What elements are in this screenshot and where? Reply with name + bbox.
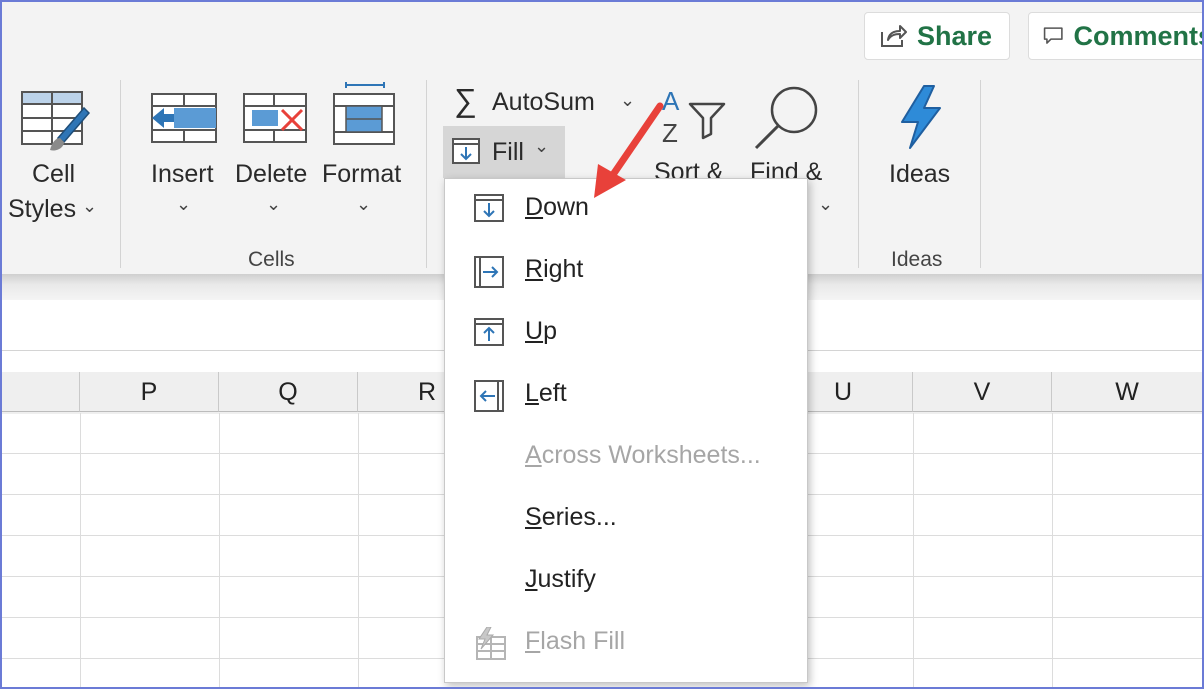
menu-item-left[interactable]: Left xyxy=(445,365,807,427)
menu-item-label: Down xyxy=(525,193,589,222)
flash-fill-icon xyxy=(473,627,509,661)
menu-item-right[interactable]: Right xyxy=(445,241,807,303)
menu-item-label: Justify xyxy=(525,565,596,594)
menu-item-label: Right xyxy=(525,255,583,284)
fill-right-icon xyxy=(473,255,505,289)
autosum-icon[interactable]: ∑ xyxy=(454,82,477,119)
menu-item-label: Series... xyxy=(525,503,617,532)
comments-label: Comments xyxy=(1073,21,1204,52)
ideas-lightning-icon[interactable] xyxy=(896,84,946,150)
format-cells-icon[interactable] xyxy=(332,82,398,148)
find-select-dropdown-icon[interactable]: ⌄ xyxy=(818,194,833,215)
fill-label[interactable]: Fill xyxy=(492,138,524,167)
grid-line xyxy=(80,413,81,687)
cell-styles-label-1[interactable]: Cell xyxy=(32,160,75,189)
grid-line xyxy=(913,413,914,687)
share-icon xyxy=(879,23,907,49)
insert-label[interactable]: Insert xyxy=(151,160,214,189)
fill-down-icon xyxy=(473,193,505,223)
menu-item-across-worksheets: Across Worksheets... xyxy=(445,427,807,489)
share-button[interactable]: Share xyxy=(864,12,1010,60)
cell-styles-icon[interactable] xyxy=(20,90,90,154)
fill-left-icon xyxy=(473,379,505,413)
column-header-o[interactable]: O xyxy=(0,372,80,412)
fill-dropdown-menu: Down Right Up Left xyxy=(444,178,808,683)
ribbon-separator xyxy=(426,80,427,268)
cell-styles-dropdown-icon[interactable]: ⌄ xyxy=(82,196,97,217)
ribbon-separator xyxy=(980,80,981,268)
menu-item-label: Up xyxy=(525,317,557,346)
insert-dropdown-icon[interactable]: ⌄ xyxy=(176,194,191,215)
format-dropdown-icon[interactable]: ⌄ xyxy=(356,194,371,215)
comment-icon xyxy=(1043,24,1063,48)
delete-dropdown-icon[interactable]: ⌄ xyxy=(266,194,281,215)
menu-item-flash-fill: Flash Fill xyxy=(445,613,807,675)
menu-item-label: Flash Fill xyxy=(525,627,625,656)
format-label[interactable]: Format xyxy=(322,160,401,189)
delete-label[interactable]: Delete xyxy=(235,160,307,189)
menu-item-label: Left xyxy=(525,379,567,408)
find-icon[interactable] xyxy=(752,84,824,150)
grid-line xyxy=(358,413,359,687)
ribbon-separator xyxy=(120,80,121,268)
fill-up-icon xyxy=(473,317,505,347)
grid-line xyxy=(1052,413,1053,687)
comments-button[interactable]: Comments xyxy=(1028,12,1204,60)
column-header-p[interactable]: P xyxy=(80,372,219,412)
menu-item-series[interactable]: Series... xyxy=(445,489,807,551)
ideas-group-label: Ideas xyxy=(891,248,942,272)
ribbon-separator xyxy=(858,80,859,268)
column-header-v[interactable]: V xyxy=(913,372,1052,412)
ideas-label[interactable]: Ideas xyxy=(889,160,950,189)
fill-down-icon xyxy=(451,137,481,165)
excel-window: Share Comments Cell Styles ⌄ Insert ⌄ xyxy=(0,0,1204,689)
column-header-q[interactable]: Q xyxy=(219,372,358,412)
insert-cells-icon[interactable] xyxy=(148,90,220,146)
delete-cells-icon[interactable] xyxy=(242,90,310,146)
menu-item-up[interactable]: Up xyxy=(445,303,807,365)
fill-dropdown-icon[interactable]: ⌄ xyxy=(534,136,549,157)
annotation-arrow-icon xyxy=(582,98,672,208)
column-header-w[interactable]: W xyxy=(1052,372,1202,412)
menu-item-label: Across Worksheets... xyxy=(525,441,761,470)
cell-styles-label-2[interactable]: Styles xyxy=(8,195,76,224)
grid-line xyxy=(219,413,220,687)
autosum-label[interactable]: AutoSum xyxy=(492,88,595,117)
menu-item-justify[interactable]: Justify xyxy=(445,551,807,613)
share-label: Share xyxy=(917,21,992,52)
cells-group-label: Cells xyxy=(248,248,295,272)
